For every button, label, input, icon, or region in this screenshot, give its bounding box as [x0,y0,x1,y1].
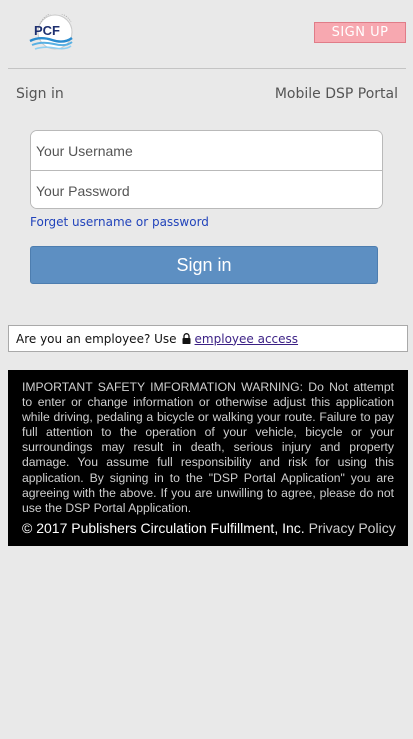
logo-text: PCF [34,23,60,38]
username-input[interactable] [31,131,382,170]
safety-warning-text: IMPORTANT SAFETY IMFORMATION WARNING: Do… [22,380,394,515]
sign-up-button[interactable]: SIGN UP [314,22,406,43]
employee-prompt: Are you an employee? Use [16,331,177,346]
employee-access-bar: Are you an employee? Use employee access [8,325,408,352]
safety-warning-panel: IMPORTANT SAFETY IMFORMATION WARNING: Do… [8,370,408,546]
login-form [30,130,383,209]
forget-credentials-link[interactable]: Forget username or password [30,215,209,229]
pcf-logo: PCF [26,12,78,54]
footer: © 2017 Publishers Circulation Fulfillmen… [22,519,396,536]
header-divider [8,68,406,69]
lock-icon [182,333,191,344]
privacy-policy-link[interactable]: Privacy Policy [309,520,396,536]
employee-access-link[interactable]: employee access [195,332,298,346]
copyright-text: © 2017 Publishers Circulation Fulfillmen… [22,519,305,536]
sign-in-heading: Sign in [16,86,64,102]
sign-in-button[interactable]: Sign in [30,246,378,284]
password-input[interactable] [31,171,382,208]
portal-title: Mobile DSP Portal [274,86,398,102]
